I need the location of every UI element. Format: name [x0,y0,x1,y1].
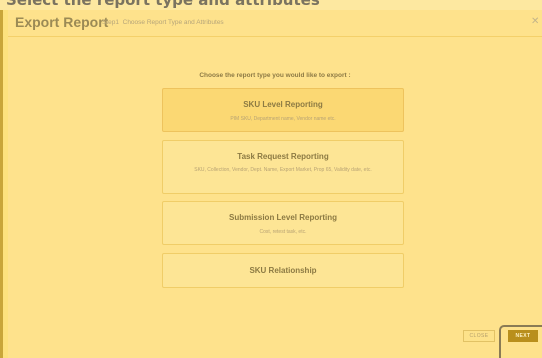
next-button[interactable]: NEXT [508,330,538,342]
modal-header: Export Report Step1 Choose Report Type a… [8,10,542,37]
option-title: Task Request Reporting [237,152,329,161]
option-title: SKU Level Reporting [243,100,323,109]
option-description: Cost, retest task, etc. [259,229,307,235]
background-caption: Select the report type and attributes [6,0,320,9]
option-task-request-reporting[interactable]: Task Request Reporting SKU, Collection, … [162,140,404,194]
report-type-prompt: Choose the report type you would like to… [199,72,351,79]
option-title: Submission Level Reporting [228,213,337,222]
option-title: SKU Relationship [249,266,317,275]
export-report-modal: Export Report Step1 Choose Report Type a… [8,10,542,358]
close-icon[interactable]: ✕ [531,16,539,27]
page-left-border [0,10,3,358]
option-submission-level-reporting[interactable]: Submission Level Reporting Cost, retest … [162,201,404,245]
close-button[interactable]: CLOSE [463,330,495,342]
step-description: Choose Report Type and Attributes [122,19,224,26]
option-description: SKU, Collection, Vendor, Dept. Name, Exp… [194,167,372,173]
option-description: PIM SKU, Department name, Vendor name et… [230,116,336,122]
modal-subtitle: Step1 Choose Report Type and Attributes [102,19,224,26]
step-label: Step1 [102,19,119,26]
modal-title: Export Report [15,14,109,30]
option-sku-level-reporting[interactable]: SKU Level Reporting PIM SKU, Department … [162,88,404,132]
background-header-strip: Select the report type and attributes [0,0,542,10]
option-sku-relationship[interactable]: SKU Relationship [162,253,404,288]
